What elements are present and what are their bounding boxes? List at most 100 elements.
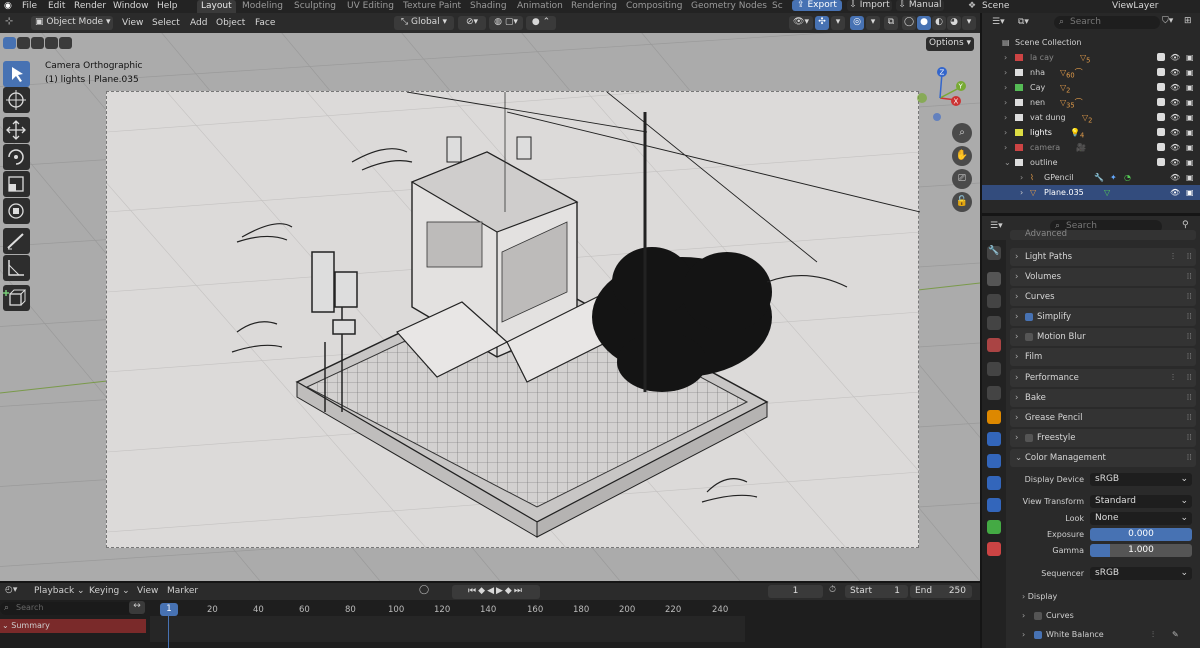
snap-icon[interactable]: ◍ ▢▾: [489, 16, 523, 30]
expand-icon[interactable]: ›: [1004, 65, 1007, 80]
presets-icon[interactable]: ⫶: [1172, 248, 1174, 266]
drag-handle-icon[interactable]: ⁞⁞: [1187, 389, 1192, 407]
subpanel-curves[interactable]: › Curves: [1022, 609, 1192, 623]
tab-layout[interactable]: Layout: [197, 0, 236, 13]
tool-tab-icon[interactable]: 🔧: [987, 246, 1001, 260]
options-dropdown[interactable]: Options ▾: [926, 37, 974, 51]
material-shading-icon[interactable]: ◐: [932, 16, 946, 30]
cursor-tool-icon[interactable]: [3, 87, 30, 113]
outliner-row-lights[interactable]: › lights 💡4 👁 ▣: [982, 125, 1200, 140]
motion-blur-checkbox[interactable]: [1025, 333, 1033, 341]
outliner-row-la-cay[interactable]: › la cay ▽5 👁 ▣: [982, 50, 1200, 65]
outliner-row-nen[interactable]: › nen ▽35⌒ 👁 ▣: [982, 95, 1200, 110]
eye-icon[interactable]: 👁: [1170, 125, 1180, 140]
measure-tool-icon[interactable]: [3, 255, 30, 281]
menu-face[interactable]: Face: [255, 17, 275, 30]
overlay-dropdown-icon[interactable]: ▾: [866, 16, 880, 30]
3d-viewport[interactable]: Camera Orthographic (1) lights | Plane.0…: [0, 33, 980, 581]
eye-icon[interactable]: 👁: [1170, 155, 1180, 170]
exclude-checkbox[interactable]: [1157, 68, 1165, 76]
lock-camera-icon[interactable]: 🔓: [952, 192, 972, 212]
scene-collection-row[interactable]: ▤ Scene Collection: [982, 35, 1200, 50]
select-box-tool-icon[interactable]: [3, 61, 30, 87]
scale-tool-icon[interactable]: [3, 171, 30, 197]
menu-help[interactable]: Help: [157, 0, 178, 13]
outliner-search-input[interactable]: ⌕ Search: [1054, 16, 1160, 29]
eye-icon[interactable]: 👁: [1170, 80, 1180, 95]
drag-handle-icon[interactable]: ⁞⁞: [1187, 328, 1192, 346]
timeline-view-menu[interactable]: View: [137, 586, 158, 596]
sequencer-dropdown[interactable]: sRGB ⌄: [1090, 567, 1192, 580]
exclude-checkbox[interactable]: [1157, 158, 1165, 166]
outliner-row-outline[interactable]: ⌄ outline 👁 ▣: [982, 155, 1200, 170]
tab-animation[interactable]: Animation: [513, 0, 567, 13]
scene-selector[interactable]: Scene: [982, 0, 1009, 13]
tab-scripting[interactable]: Sc: [768, 0, 787, 13]
camera-view-icon[interactable]: ⎚: [952, 169, 972, 189]
solid-shading-icon[interactable]: ●: [917, 16, 931, 30]
drag-handle-icon[interactable]: ⁞⁞: [1187, 268, 1192, 286]
pin-icon[interactable]: ⚲: [1182, 220, 1189, 230]
summary-channel[interactable]: ⌄ Summary: [0, 619, 146, 633]
rendered-shading-icon[interactable]: ◕: [947, 16, 961, 30]
constraints-tab-icon[interactable]: [987, 498, 1001, 512]
tab-modeling[interactable]: Modeling: [238, 0, 287, 13]
display-mode-icon[interactable]: ⧉▾: [1018, 17, 1029, 27]
start-frame-field[interactable]: Start 1: [845, 585, 908, 598]
look-dropdown[interactable]: None ⌄: [1090, 512, 1192, 525]
data-tab-icon[interactable]: [987, 520, 1001, 534]
camera-render-icon[interactable]: ▣: [1186, 80, 1194, 95]
select-extend-icon[interactable]: [17, 37, 30, 49]
outliner-row-cay[interactable]: › Cay ▽2 👁 ▣: [982, 80, 1200, 95]
subpanel-white-balance[interactable]: › White Balance ⫶ ✎: [1022, 628, 1192, 642]
zoom-icon[interactable]: ⌕: [952, 123, 972, 143]
eye-icon[interactable]: 👁: [1170, 65, 1180, 80]
drag-handle-icon[interactable]: ⁞⁞: [1187, 348, 1192, 366]
menu-object[interactable]: Object: [216, 17, 245, 30]
eyedropper-icon[interactable]: ✎: [1172, 628, 1179, 642]
outliner-row-gpencil[interactable]: › ⌇ GPencil 🔧 ✦ ◔ 👁 ▣: [982, 170, 1200, 185]
panel-curves[interactable]: › Curves ⁞⁞: [1010, 288, 1196, 306]
expand-icon[interactable]: ›: [1004, 50, 1007, 65]
panel-volumes[interactable]: › Volumes ⁞⁞: [1010, 268, 1196, 286]
export-button[interactable]: ⇪ Export: [792, 0, 842, 11]
object-mode-dropdown[interactable]: ▣ Object Mode ▾: [31, 16, 113, 30]
proportional-edit-icon[interactable]: ● ⌃: [526, 16, 556, 30]
exposure-slider[interactable]: 0.000: [1090, 528, 1192, 541]
menu-render[interactable]: Render: [74, 0, 106, 13]
menu-file[interactable]: File: [22, 0, 37, 13]
playback-controls[interactable]: ⏮◆◀▶◆⏭: [452, 585, 540, 599]
gamma-slider[interactable]: 1.000: [1090, 544, 1192, 557]
tab-rendering[interactable]: Rendering: [567, 0, 621, 13]
view-layer-selector[interactable]: ViewLayer: [1112, 0, 1158, 13]
collapse-icon[interactable]: ⌄: [1004, 155, 1011, 170]
drag-handle-icon[interactable]: ⁞⁞: [1187, 248, 1192, 266]
orientation-dropdown[interactable]: ⤡ Global ▾: [394, 16, 454, 30]
presets-icon[interactable]: ⫶: [1172, 369, 1174, 387]
tab-compositing[interactable]: Compositing: [622, 0, 686, 13]
drag-handle-icon[interactable]: ⁞⁞: [1187, 288, 1192, 306]
presets-icon[interactable]: ⫶: [1152, 628, 1154, 642]
tab-sculpting[interactable]: Sculpting: [290, 0, 340, 13]
panel-freestyle[interactable]: › Freestyle ⁞⁞: [1010, 429, 1196, 447]
menu-select[interactable]: Select: [152, 17, 180, 30]
outliner-row-nha[interactable]: › nha ▽60⌒ 👁 ▣: [982, 65, 1200, 80]
camera-render-icon[interactable]: ▣: [1186, 185, 1194, 200]
camera-render-icon[interactable]: ▣: [1186, 110, 1194, 125]
tab-shading[interactable]: Shading: [466, 0, 511, 13]
curves-checkbox[interactable]: [1034, 612, 1042, 620]
vertical-area-divider[interactable]: [980, 13, 982, 648]
outliner-editor-icon[interactable]: ☰▾: [992, 17, 1005, 27]
freestyle-checkbox[interactable]: [1025, 434, 1033, 442]
expand-icon[interactable]: ›: [1004, 140, 1007, 155]
navigation-gizmo[interactable]: Z Y X: [912, 65, 972, 125]
drag-handle-icon[interactable]: ⁞⁞: [1187, 429, 1192, 447]
expand-icon[interactable]: ›: [1020, 185, 1023, 200]
eye-icon[interactable]: 👁: [1170, 95, 1180, 110]
shading-dropdown-icon[interactable]: ▾: [962, 16, 976, 30]
exclude-checkbox[interactable]: [1157, 98, 1165, 106]
horizontal-area-divider[interactable]: [982, 213, 1200, 216]
expand-icon[interactable]: ›: [1004, 125, 1007, 140]
panel-color-management[interactable]: ⌄ Color Management ⁞⁞: [1010, 449, 1196, 467]
keying-menu[interactable]: Keying ⌄: [89, 586, 130, 596]
